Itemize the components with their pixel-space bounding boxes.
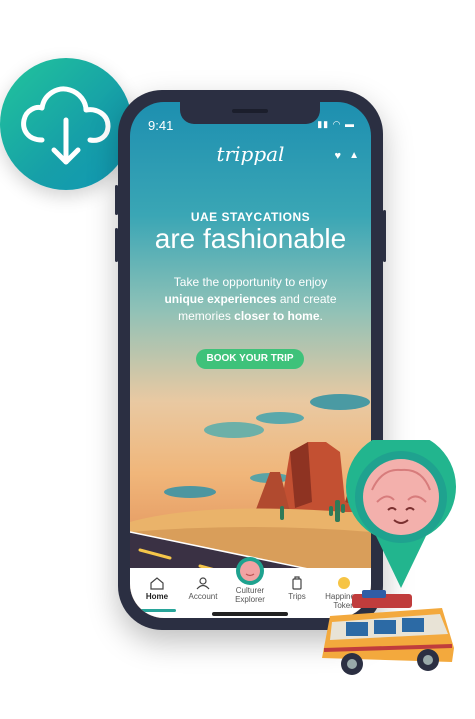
home-indicator — [212, 612, 288, 616]
download-badge[interactable] — [0, 58, 132, 190]
tab-culturer-explorer[interactable]: Culturer Explorer — [227, 557, 273, 618]
headline-large: are fashionable — [154, 223, 347, 254]
bell-icon[interactable]: ▲ — [349, 150, 359, 161]
heart-icon[interactable]: ♥ — [334, 150, 341, 162]
hero-body: Take the opportunity to enjoy unique exp… — [164, 275, 337, 323]
notch — [180, 102, 320, 124]
cloud-download-icon — [21, 86, 111, 165]
luggage-icon — [292, 576, 302, 590]
tab-account[interactable]: Account — [180, 568, 226, 618]
side-button — [115, 228, 118, 262]
status-time: 9:41 — [148, 118, 174, 133]
user-icon — [196, 577, 210, 590]
book-trip-button[interactable]: BOOK YOUR TRIP — [196, 349, 304, 369]
side-button — [115, 185, 118, 215]
home-icon — [150, 577, 164, 590]
van-illustration — [322, 590, 454, 675]
status-icons: ▮▮ ◠ ▬ — [317, 119, 355, 129]
app-screen: 9:41 ▮▮ ◠ ▬ trippal ♥ ▲ UAE STAYCATIONS … — [130, 102, 371, 618]
power-button — [383, 210, 386, 262]
mascot-pin — [346, 440, 456, 588]
mascot-icon — [236, 557, 264, 585]
headline-small: UAE STAYCATIONS — [190, 210, 311, 224]
active-tab-indicator — [136, 609, 176, 612]
